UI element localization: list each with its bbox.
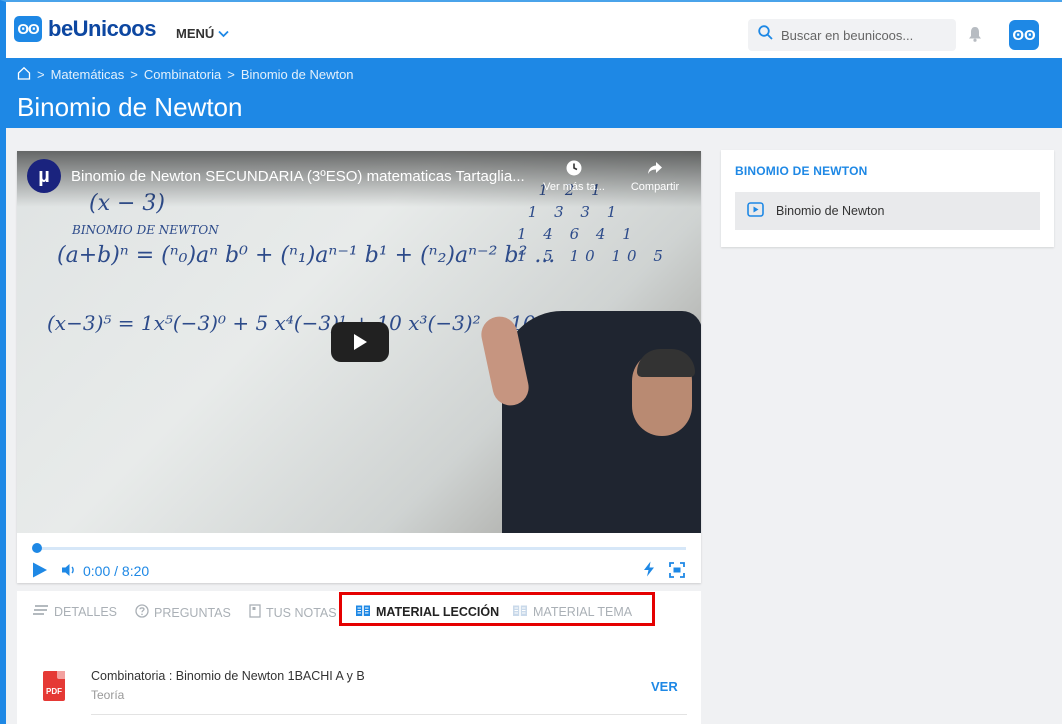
breadcrumb-item-combinatoria[interactable]: Combinatoria (144, 67, 221, 82)
play-icon[interactable] (32, 562, 48, 583)
watch-later-label: Ver más ta... (543, 181, 605, 193)
search-icon (758, 25, 773, 45)
share-button[interactable]: Compartir (623, 159, 687, 193)
material-list-item[interactable]: PDF Combinatoria : Binomio de Newton 1BA… (17, 663, 701, 719)
material-title: Combinatoria : Binomio de Newton 1BACHI … (91, 669, 365, 683)
board-text: BINOMIO DE NEWTON (72, 223, 219, 237)
tabs-panel: DETALLES PREGUNTAS TUS NOTAS MATERIAL LE… (17, 591, 701, 724)
material-subtitle: Teoría (91, 688, 125, 702)
video-card: (x − 3) BINOMIO DE NEWTON (a+b)ⁿ = (ⁿ₀)a… (17, 151, 701, 583)
menu-button[interactable]: MENÚ (176, 26, 229, 41)
lesson-list-title: BINOMIO DE NEWTON (735, 164, 868, 178)
lesson-list-item[interactable]: Binomio de Newton (735, 192, 1040, 230)
fullscreen-icon[interactable] (669, 562, 685, 583)
progress-track[interactable] (36, 547, 686, 550)
question-circle-icon (135, 604, 149, 621)
tab-label: DETALLES (54, 604, 117, 619)
breadcrumb-separator: > (227, 67, 235, 82)
progress-knob[interactable] (32, 543, 42, 553)
player-controls: 0:00 / 8:20 (17, 533, 701, 583)
tab-notes[interactable]: TUS NOTAS (249, 604, 337, 621)
breadcrumb-item-matematicas[interactable]: Matemáticas (51, 67, 125, 82)
playback-time: 0:00 / 8:20 (83, 563, 150, 579)
pdf-icon-label: PDF (46, 687, 62, 696)
video-title[interactable]: Binomio de Newton SECUNDARIA (3ºESO) mat… (71, 168, 525, 185)
logo-text: beUnicoos (48, 16, 156, 41)
tab-label: PREGUNTAS (154, 605, 231, 620)
page-header: > Matemáticas > Combinatoria > Binomio d… (6, 58, 1062, 128)
pdf-file-icon: PDF (43, 671, 65, 701)
site-logo[interactable]: ʘʘ beUnicoos (14, 16, 156, 42)
lesson-list-card: BINOMIO DE NEWTON Binomio de Newton (721, 150, 1054, 247)
video-play-icon (747, 202, 764, 220)
share-label: Compartir (630, 181, 680, 193)
video-player[interactable]: (x − 3) BINOMIO DE NEWTON (a+b)ⁿ = (ⁿ₀)a… (17, 151, 701, 533)
lines-icon (33, 604, 49, 619)
breadcrumb-separator: > (37, 67, 45, 82)
menu-label: MENÚ (176, 26, 215, 41)
logo-mark: ʘʘ (14, 16, 42, 42)
chevron-down-icon (218, 27, 229, 41)
teacher-hair (637, 349, 695, 377)
volume-icon[interactable] (61, 563, 77, 582)
share-arrow-icon (623, 159, 687, 177)
home-icon[interactable] (17, 66, 31, 83)
lesson-item-label: Binomio de Newton (776, 204, 885, 218)
tab-bar: DETALLES PREGUNTAS TUS NOTAS MATERIAL LE… (17, 591, 701, 633)
notifications-bell-icon[interactable] (968, 26, 982, 47)
notepad-icon (249, 604, 261, 621)
breadcrumb: > Matemáticas > Combinatoria > Binomio d… (17, 66, 354, 83)
tab-details[interactable]: DETALLES (33, 604, 117, 619)
highlight-box (339, 592, 655, 626)
channel-icon[interactable]: µ (27, 159, 61, 193)
tab-questions[interactable]: PREGUNTAS (135, 604, 231, 621)
user-avatar[interactable]: ʘʘ (1009, 20, 1039, 50)
search-box[interactable] (748, 19, 956, 51)
watch-later-button[interactable]: Ver más ta... (539, 159, 609, 193)
board-text: (a+b)ⁿ = (ⁿ₀)aⁿ b⁰ + (ⁿ₁)aⁿ⁻¹ b¹ + (ⁿ₂)a… (57, 243, 556, 268)
breadcrumb-item-current[interactable]: Binomio de Newton (241, 67, 354, 82)
video-play-button[interactable] (331, 322, 389, 362)
page-title: Binomio de Newton (17, 92, 243, 122)
clock-icon (539, 159, 609, 177)
row-divider (91, 714, 687, 715)
top-navbar: ʘʘ beUnicoos MENÚ ʘʘ (6, 2, 1062, 58)
search-input[interactable] (781, 27, 941, 43)
speed-lightning-icon[interactable] (643, 561, 655, 582)
breadcrumb-separator: > (130, 67, 138, 82)
view-material-link[interactable]: VER (651, 679, 678, 694)
tab-label: TUS NOTAS (266, 605, 337, 620)
